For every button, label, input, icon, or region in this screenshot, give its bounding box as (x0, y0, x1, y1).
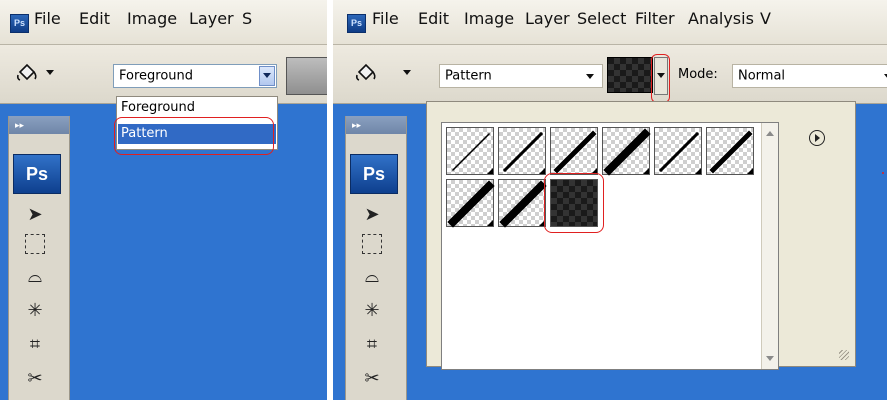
pattern-picker-popup (426, 101, 856, 370)
scroll-up-icon[interactable] (766, 131, 774, 136)
pattern-swatch-5[interactable] (654, 127, 702, 175)
chevron-down-icon (657, 73, 665, 78)
marquee-tool-icon[interactable] (25, 234, 45, 254)
pattern-picker-button[interactable] (654, 57, 668, 95)
pattern-swatch-1[interactable] (446, 127, 494, 175)
lasso-tool-icon[interactable]: ⌓ (360, 264, 384, 288)
magic-wand-icon[interactable]: ✳ (360, 298, 384, 322)
option-pattern[interactable]: Pattern (118, 124, 276, 144)
fill-source-select[interactable]: Pattern (439, 64, 603, 88)
left-screenshot-panel: Ps File Edit Image Layer S Foreground Fo… (0, 0, 327, 400)
pattern-swatch-3[interactable] (550, 127, 598, 175)
option-foreground[interactable]: Foreground (118, 98, 276, 118)
menu-filter[interactable]: Filter (635, 9, 675, 28)
app-icon: Ps (347, 14, 366, 33)
move-tool-icon[interactable]: ➤ (360, 202, 384, 226)
chevron-down-icon[interactable] (586, 74, 594, 79)
move-tool-icon[interactable]: ➤ (23, 202, 47, 226)
crop-tool-icon[interactable]: ⌗ (23, 332, 47, 356)
menu-file[interactable]: File (34, 9, 61, 28)
paint-bucket-icon[interactable] (16, 62, 38, 84)
menu-layer[interactable]: Layer (525, 9, 570, 28)
fill-source-value: Pattern (445, 68, 492, 84)
pattern-swatch-8[interactable] (498, 179, 547, 228)
options-bar: Pattern Mode: Normal (333, 45, 887, 104)
pattern-swatch-4[interactable] (602, 127, 651, 176)
fill-source-value: Foreground (119, 68, 194, 84)
menu-bar: Ps File Edit Image Layer Select Filter A… (333, 0, 887, 45)
toolbox-grip[interactable]: ▸▸ (346, 116, 406, 134)
scroll-down-icon[interactable] (766, 356, 774, 361)
menu-select[interactable]: Select (577, 9, 626, 28)
mode-label: Mode: (678, 67, 718, 82)
menu-analysis[interactable]: Analysis (688, 9, 754, 28)
pattern-swatch-6[interactable] (706, 127, 754, 175)
fill-source-dropdown: Foreground Pattern (116, 96, 278, 150)
unused (882, 172, 884, 174)
menu-view-partial[interactable]: V (760, 9, 771, 28)
slice-tool-icon[interactable]: ✂ (360, 366, 384, 390)
picker-scrollbar[interactable] (761, 123, 778, 369)
pattern-swatch-preview[interactable] (607, 57, 653, 93)
menu-layer[interactable]: Layer (189, 9, 234, 28)
menu-bar: Ps File Edit Image Layer S (0, 0, 327, 45)
resize-grip-icon[interactable] (839, 350, 849, 360)
magic-wand-icon[interactable]: ✳ (23, 298, 47, 322)
marquee-tool-icon[interactable] (362, 234, 382, 254)
tool-preset-caret-icon[interactable] (46, 70, 54, 75)
chevron-down-icon[interactable] (259, 66, 275, 86)
pattern-swatch-2[interactable] (498, 127, 546, 175)
ps-logo[interactable]: Ps (350, 154, 398, 194)
menu-file[interactable]: File (372, 9, 399, 28)
pattern-preview-partial (286, 57, 327, 95)
pattern-swatch-9[interactable] (550, 179, 598, 227)
slice-tool-icon[interactable]: ✂ (23, 366, 47, 390)
menu-edit[interactable]: Edit (79, 9, 110, 28)
toolbox: ▸▸ Ps ➤ ⌓ ✳ ⌗ ✂ (345, 116, 407, 400)
tool-preset-caret-icon[interactable] (403, 70, 411, 75)
fill-source-select[interactable]: Foreground (113, 64, 277, 88)
lasso-tool-icon[interactable]: ⌓ (23, 264, 47, 288)
mode-select[interactable]: Normal (732, 64, 887, 88)
toolbox: ▸▸ Ps ➤ ⌓ ✳ ⌗ ✂ (8, 116, 70, 400)
ps-logo[interactable]: Ps (13, 154, 61, 194)
pattern-grid (441, 122, 779, 370)
paint-bucket-icon[interactable] (355, 62, 377, 84)
toolbox-grip[interactable]: ▸▸ (9, 116, 69, 134)
crop-tool-icon[interactable]: ⌗ (360, 332, 384, 356)
app-icon: Ps (10, 14, 29, 33)
menu-edit[interactable]: Edit (418, 9, 449, 28)
right-screenshot-panel: Ps File Edit Image Layer Select Filter A… (333, 0, 887, 400)
menu-image[interactable]: Image (464, 9, 514, 28)
menu-select-partial[interactable]: S (242, 9, 252, 28)
mode-value: Normal (738, 68, 786, 84)
picker-menu-icon[interactable] (809, 130, 825, 146)
pattern-swatch-7[interactable] (446, 179, 495, 228)
menu-image[interactable]: Image (127, 9, 177, 28)
